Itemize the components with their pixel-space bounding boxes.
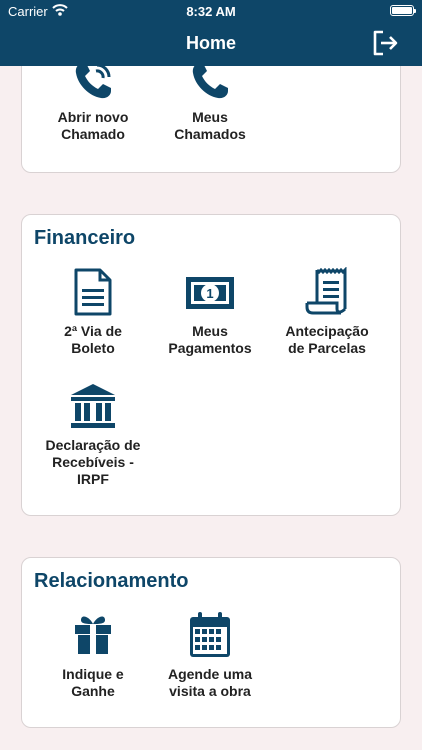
receipt-icon bbox=[305, 267, 347, 315]
payments-button[interactable]: 1 Meus Pagamentos bbox=[147, 267, 273, 357]
open-ticket-label: Abrir novo Chamado bbox=[57, 109, 129, 142]
app-header: Carrier 8:32 AM Home bbox=[0, 0, 422, 66]
status-bar: Carrier 8:32 AM bbox=[0, 0, 422, 22]
payments-label: Meus Pagamentos bbox=[168, 323, 252, 356]
page-title: Home bbox=[185, 33, 236, 53]
refer-label: Indique e Ganhe bbox=[62, 666, 124, 699]
open-ticket-button[interactable]: Abrir novo Chamado bbox=[30, 59, 156, 143]
irpf-button[interactable]: Declaração de Recebíveis - IRPF bbox=[30, 381, 156, 488]
document-icon bbox=[74, 268, 112, 316]
anticipation-button[interactable]: Antecipação de Parcelas bbox=[264, 267, 390, 357]
calendar-icon bbox=[190, 612, 230, 657]
bank-icon bbox=[71, 384, 115, 428]
anticipation-label: Antecipação de Parcelas bbox=[285, 323, 369, 356]
boleto-button[interactable]: 2ª Via de Boleto bbox=[30, 267, 156, 357]
my-tickets-button[interactable]: Meus Chamados bbox=[147, 59, 273, 143]
section-title-financeiro: Financeiro bbox=[34, 227, 136, 249]
logout-icon[interactable] bbox=[370, 28, 400, 58]
refer-button[interactable]: Indique e Ganhe bbox=[30, 610, 156, 700]
section-title-relacionamento: Relacionamento bbox=[34, 570, 189, 592]
status-time: 8:32 AM bbox=[186, 4, 236, 19]
battery-icon bbox=[390, 5, 416, 16]
boleto-label: 2ª Via de Boleto bbox=[64, 323, 122, 356]
schedule-visit-button[interactable]: Agende uma visita a obra bbox=[147, 610, 273, 700]
svg-text:1: 1 bbox=[206, 286, 213, 301]
irpf-label: Declaração de Recebíveis - IRPF bbox=[45, 437, 141, 487]
relacionamento-card: Relacionamento Indique e Ganhe Agende um… bbox=[21, 557, 401, 728]
schedule-visit-label: Agende uma visita a obra bbox=[167, 666, 252, 699]
financeiro-card: Financeiro 2ª Via de Boleto 1 Meus Pagam… bbox=[21, 214, 401, 516]
money-bill-icon: 1 bbox=[186, 277, 234, 309]
my-tickets-label: Meus Chamados bbox=[174, 109, 246, 142]
gift-icon bbox=[75, 616, 111, 654]
